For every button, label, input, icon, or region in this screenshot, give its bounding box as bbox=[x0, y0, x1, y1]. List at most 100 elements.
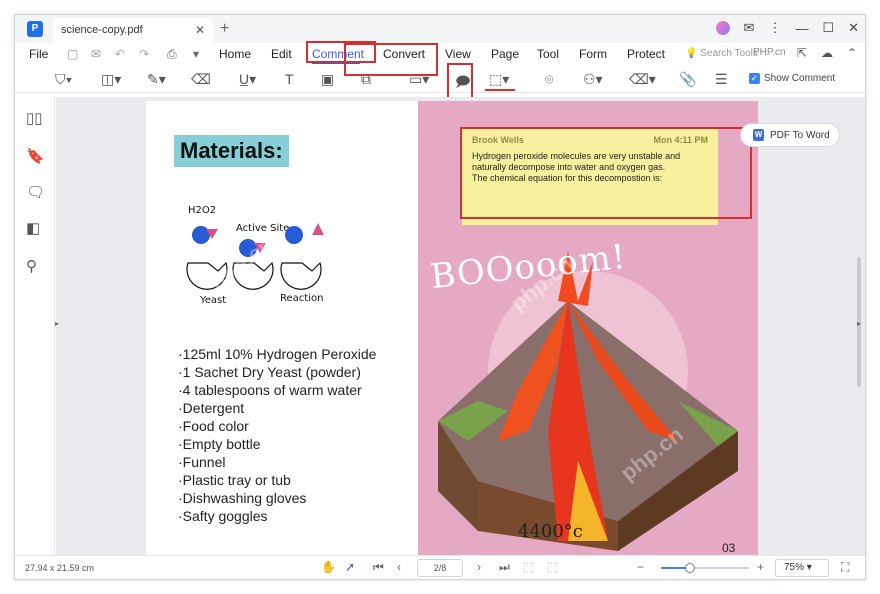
window-controls: ✉ ⋮ — ☐ ✕ bbox=[715, 20, 859, 36]
show-comment-checkbox[interactable]: ✓ bbox=[749, 73, 760, 84]
material-item: Food color bbox=[178, 417, 376, 435]
next-page-icon[interactable]: › bbox=[477, 560, 481, 574]
menu-home[interactable]: Home bbox=[219, 47, 251, 61]
attachment-icon[interactable]: 📎 bbox=[679, 71, 696, 88]
yeast-shape-2 bbox=[232, 261, 274, 290]
menu-edit[interactable]: Edit bbox=[271, 47, 292, 61]
material-item: Funnel bbox=[178, 453, 376, 471]
close-tab-icon[interactable]: ✕ bbox=[195, 23, 205, 37]
user-stamp-icon[interactable]: ⚇▾ bbox=[583, 71, 603, 88]
menu-form[interactable]: Form bbox=[579, 47, 607, 61]
last-page-icon[interactable]: ⏭ bbox=[499, 560, 510, 575]
title-bar: P science-copy.pdf ✕ + ✉ ⋮ — ☐ ✕ bbox=[15, 15, 865, 43]
area-highlight-icon[interactable]: ⬚▾ bbox=[489, 71, 509, 88]
minimize-icon[interactable]: — bbox=[795, 21, 808, 36]
menu-file[interactable]: File bbox=[29, 47, 48, 61]
menu-comment[interactable]: Comment bbox=[312, 47, 364, 61]
show-comment-toggle[interactable]: ✓ Show Comment bbox=[749, 73, 835, 84]
close-window-icon[interactable]: ✕ bbox=[848, 20, 859, 36]
menu-protect[interactable]: Protect bbox=[627, 47, 665, 61]
menu-page[interactable]: Page bbox=[491, 47, 519, 61]
collapse-ribbon-icon[interactable]: ⌃ bbox=[847, 46, 857, 60]
yeast-label: Yeast bbox=[199, 295, 226, 306]
material-item: 125ml 10% Hydrogen Peroxide bbox=[178, 345, 377, 363]
material-item: Empty bottle bbox=[178, 435, 376, 453]
enzyme-diagram: H2O2 Active Site Yeast Reaction bbox=[186, 205, 324, 306]
page-right-panel: BOOooom! 4400°c 03 Brook Wells Mon 4:11 … bbox=[418, 101, 758, 555]
eraser2-tool-icon[interactable]: ⌫▾ bbox=[629, 71, 656, 88]
note-text[interactable]: Hydrogen peroxide molecules are very uns… bbox=[472, 151, 708, 184]
callout-tool-icon[interactable]: ⧉ bbox=[361, 71, 371, 88]
attachments-panel-icon[interactable]: ◧ bbox=[26, 219, 40, 237]
pdf-page: Materials: H2O2 Active Site Yeast Reacti… bbox=[146, 101, 758, 555]
search-tools[interactable]: 💡 Search Tools bbox=[685, 48, 758, 59]
first-page-icon[interactable]: ⏮ bbox=[373, 560, 384, 575]
maximize-icon[interactable]: ☐ bbox=[822, 20, 834, 36]
left-sidebar: ▯▯ 🔖 🗨 ◧ ⚲ bbox=[15, 97, 55, 555]
save-icon[interactable]: ▢ bbox=[67, 47, 78, 61]
document-workspace: Materials: H2O2 Active Site Yeast Reacti… bbox=[56, 97, 865, 555]
shape-tool-icon[interactable]: ▭▾ bbox=[409, 71, 429, 88]
app-logo-icon: P bbox=[27, 21, 43, 37]
eraser-tool-icon[interactable]: ⌫ bbox=[191, 71, 211, 88]
note-comment-icon[interactable]: 🗩 bbox=[455, 71, 471, 95]
menu-convert[interactable]: Convert bbox=[383, 47, 425, 61]
material-item: Dishwashing gloves bbox=[178, 489, 376, 507]
menu-tool[interactable]: Tool bbox=[537, 47, 559, 61]
menu-view[interactable]: View bbox=[445, 47, 471, 61]
molecule-triangle-3 bbox=[312, 223, 324, 235]
expand-right-panel-icon[interactable]: ▸ bbox=[857, 319, 861, 328]
molecule-circle-2 bbox=[239, 239, 257, 257]
material-item: Safty goggles bbox=[178, 507, 376, 525]
yeast-shape-1 bbox=[186, 261, 228, 290]
message-icon[interactable]: ✉ bbox=[744, 20, 755, 36]
page-dimensions: 27.94 x 21.59 cm bbox=[25, 563, 95, 573]
material-item: 1 Sachet Dry Yeast (powder) bbox=[178, 363, 376, 381]
document-tab[interactable]: science-copy.pdf ✕ bbox=[53, 18, 213, 43]
textbox-tool-icon[interactable]: ▣ bbox=[321, 71, 334, 88]
active-site-label: Active Site bbox=[236, 223, 289, 234]
share-icon[interactable]: ⇱ bbox=[797, 46, 807, 60]
page-number-input[interactable]: 2/8 bbox=[417, 559, 463, 577]
stamp-tool-icon[interactable]: ⛉▾ bbox=[55, 71, 72, 88]
fit-page-icon[interactable]: ⬚ bbox=[547, 560, 558, 574]
zoom-out-icon[interactable]: − bbox=[637, 560, 644, 574]
material-item: Detergent bbox=[178, 399, 376, 417]
zoom-level-value: 75% bbox=[784, 562, 805, 573]
pencil-tool-icon[interactable]: ✎▾ bbox=[147, 71, 166, 88]
comments-panel-icon[interactable]: 🗨 bbox=[26, 183, 45, 201]
active-tab-underline bbox=[312, 62, 360, 64]
fit-width-icon[interactable]: ⬚ bbox=[523, 560, 534, 574]
select-tool-icon[interactable]: ➚ bbox=[345, 560, 355, 574]
thumbnails-icon[interactable]: ▯▯ bbox=[26, 109, 43, 127]
expand-left-panel-icon[interactable]: ▸ bbox=[55, 319, 59, 328]
print-icon[interactable]: ⎙ bbox=[167, 47, 177, 62]
bookmark-icon[interactable]: 🔖 bbox=[26, 147, 45, 165]
avatar[interactable] bbox=[715, 21, 730, 35]
note-author: Brook Wells bbox=[472, 135, 524, 145]
previous-page-icon[interactable]: ‹ bbox=[397, 560, 401, 574]
email-icon[interactable]: ✉ bbox=[91, 47, 101, 61]
note-header: Brook Wells Mon 4:11 PM bbox=[472, 135, 708, 145]
lightbulb-icon: 💡 bbox=[685, 48, 698, 59]
dropdown-icon[interactable]: ▾ bbox=[193, 47, 199, 61]
zoom-in-icon[interactable]: + bbox=[757, 560, 764, 574]
upload-icon[interactable]: ☁ bbox=[821, 46, 833, 60]
zoom-level-select[interactable]: 75% ▾ bbox=[775, 559, 829, 577]
sticky-note-tool-icon[interactable]: ◫▾ bbox=[101, 71, 121, 88]
text-tool-icon[interactable]: T bbox=[285, 71, 294, 87]
undo-icon[interactable]: ↶ bbox=[115, 47, 125, 61]
hand-tool-icon[interactable]: ✋ bbox=[321, 560, 336, 574]
signature-icon[interactable]: ⌾ bbox=[545, 71, 553, 88]
pdf-to-word-button[interactable]: W PDF To Word bbox=[740, 123, 840, 147]
search-icon[interactable]: ⚲ bbox=[26, 257, 37, 275]
more-icon[interactable]: ⋮ bbox=[768, 20, 781, 36]
comment-list-icon[interactable]: ☰ bbox=[715, 71, 728, 88]
zoom-slider-knob[interactable] bbox=[685, 563, 695, 573]
fullscreen-icon[interactable]: ⛶ bbox=[841, 560, 849, 575]
new-tab-icon[interactable]: + bbox=[220, 20, 229, 38]
sticky-note-comment[interactable]: Brook Wells Mon 4:11 PM Hydrogen peroxid… bbox=[462, 129, 718, 225]
underline-tool-icon[interactable]: U̲▾ bbox=[239, 71, 256, 88]
redo-icon[interactable]: ↷ bbox=[139, 47, 149, 61]
brand-label: PHP.cn bbox=[753, 47, 786, 58]
